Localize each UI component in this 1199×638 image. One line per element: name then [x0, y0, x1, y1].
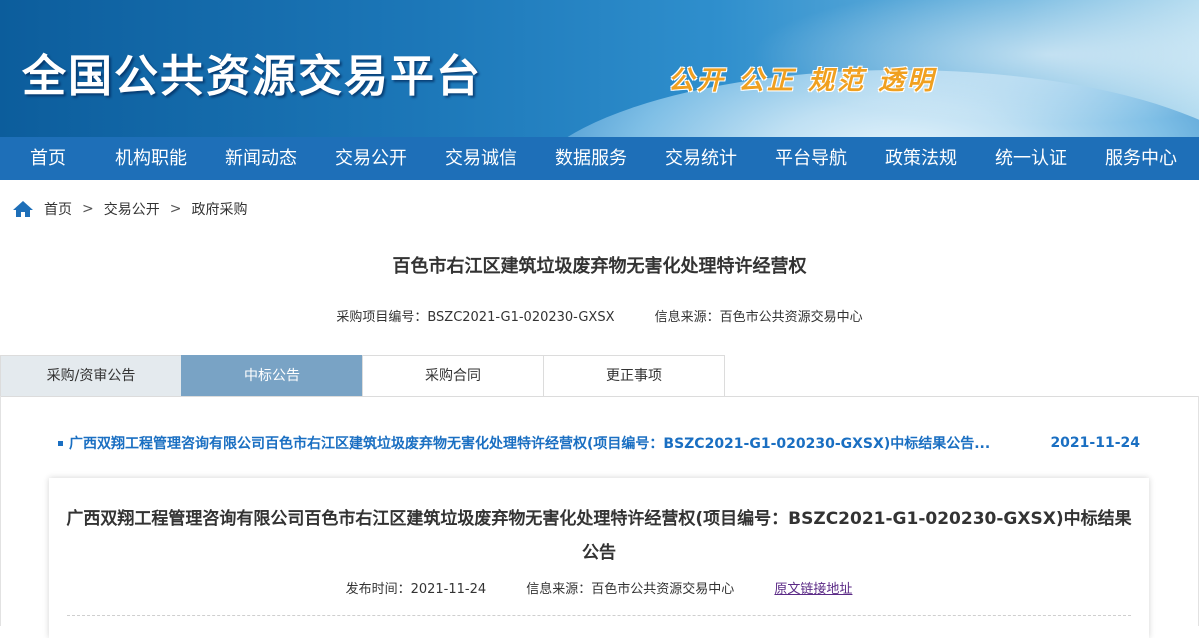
home-icon[interactable] — [12, 200, 34, 218]
breadcrumb: 首页 > 交易公开 > 政府采购 — [12, 197, 247, 221]
breadcrumb-gov-procurement[interactable]: 政府采购 — [191, 199, 247, 219]
tab-contract[interactable]: 采购合同 — [362, 355, 544, 396]
nav-item-platform-nav[interactable]: 平台导航 — [756, 137, 866, 180]
main-nav: 首页 机构职能 新闻动态 交易公开 交易诚信 数据服务 交易统计 平台导航 政策… — [0, 137, 1199, 180]
notice-date: 2021-11-24 — [1050, 435, 1140, 451]
nav-item-policy[interactable]: 政策法规 — [866, 137, 976, 180]
site-slogan: 公开 公正 规范 透明 — [668, 66, 937, 96]
breadcrumb-home[interactable]: 首页 — [44, 199, 72, 219]
tab-correction[interactable]: 更正事项 — [543, 355, 725, 396]
nav-item-home[interactable]: 首页 — [0, 137, 96, 180]
nav-item-news[interactable]: 新闻动态 — [206, 137, 316, 180]
header-banner: 全国公共资源交易平台 公开 公正 规范 透明 — [0, 0, 1199, 137]
nav-item-trade-public[interactable]: 交易公开 — [316, 137, 426, 180]
notice-detail-meta: 发布时间：2021-11-24 信息来源：百色市公共资源交易中心 原文链接地址 — [49, 578, 1149, 597]
breadcrumb-trade-public[interactable]: 交易公开 — [104, 199, 160, 219]
divider — [67, 615, 1131, 616]
page-title: 百色市右江区建筑垃圾废弃物无害化处理特许经营权 — [392, 256, 807, 277]
notice-detail-title: 广西双翔工程管理咨询有限公司百色市右江区建筑垃圾废弃物无害化处理特许经营权(项目… — [66, 509, 1132, 563]
bullet-icon — [58, 440, 63, 446]
tab-procurement-notice[interactable]: 采购/资审公告 — [0, 355, 182, 396]
project-code: 采购项目编号：BSZC2021-G1-020230-GXSX — [336, 310, 615, 325]
project-source: 信息来源：百色市公共资源交易中心 — [654, 310, 863, 325]
breadcrumb-separator: > — [82, 201, 94, 217]
original-link[interactable]: 原文链接地址 — [774, 582, 852, 597]
notice-tabs: 采购/资审公告 中标公告 采购合同 更正事项 — [0, 355, 1199, 397]
nav-item-trade-stats[interactable]: 交易统计 — [646, 137, 756, 180]
nav-item-auth[interactable]: 统一认证 — [976, 137, 1086, 180]
notice-source: 信息来源：百色市公共资源交易中心 — [526, 582, 735, 597]
nav-item-trade-credit[interactable]: 交易诚信 — [426, 137, 536, 180]
publish-time: 发布时间：2021-11-24 — [345, 582, 487, 597]
breadcrumb-separator: > — [169, 201, 182, 217]
nav-item-service[interactable]: 服务中心 — [1086, 137, 1196, 180]
list-item: 广西双翔工程管理咨询有限公司百色市右江区建筑垃圾废弃物无害化处理特许经营权(项目… — [58, 432, 1140, 454]
notice-detail-card: 广西双翔工程管理咨询有限公司百色市右江区建筑垃圾废弃物无害化处理特许经营权(项目… — [49, 478, 1149, 638]
nav-item-data-service[interactable]: 数据服务 — [536, 137, 646, 180]
tab-award-notice[interactable]: 中标公告 — [181, 355, 363, 396]
project-meta: 采购项目编号：BSZC2021-G1-020230-GXSX 信息来源：百色市公… — [0, 306, 1199, 325]
notice-link[interactable]: 广西双翔工程管理咨询有限公司百色市右江区建筑垃圾废弃物无害化处理特许经营权(项目… — [69, 433, 1026, 453]
nav-item-functions[interactable]: 机构职能 — [96, 137, 206, 180]
site-title: 全国公共资源交易平台 — [22, 51, 482, 102]
